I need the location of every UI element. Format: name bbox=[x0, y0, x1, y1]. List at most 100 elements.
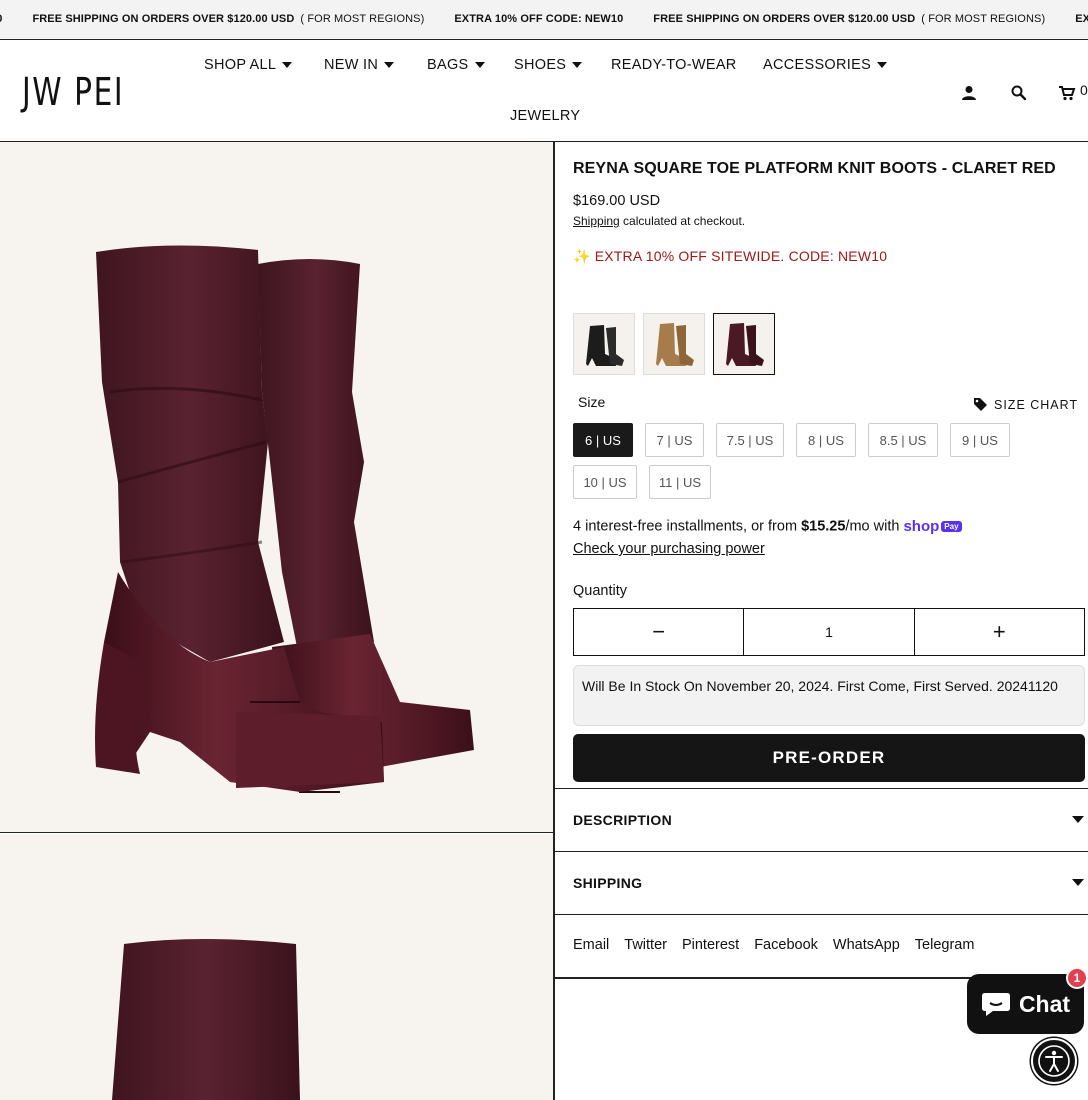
share-links: Email Twitter Pinterest Facebook WhatsAp… bbox=[573, 937, 974, 953]
announcement-text: FREE SHIPPING ON ORDERS OVER bbox=[653, 13, 849, 25]
site-header: JW PEI SHOP ALL NEW IN BAGS SHOES READY-… bbox=[0, 40, 1088, 142]
announcement-text: EXTRA 10% OFF bbox=[1075, 13, 1088, 25]
installments-pre: 4 interest-free installments, or from bbox=[573, 518, 802, 535]
size-option[interactable]: 8.5 | US bbox=[868, 423, 938, 457]
cart-count: 0 bbox=[1080, 82, 1088, 98]
shipping-link[interactable]: Shipping bbox=[573, 214, 620, 228]
accordion-label: DESCRIPTION bbox=[573, 812, 672, 828]
swatch-black[interactable] bbox=[573, 313, 635, 375]
announcement-text: EXTRA 10% OFF bbox=[454, 13, 546, 25]
swatch-tan[interactable] bbox=[643, 313, 705, 375]
quantity-increase-button[interactable]: + bbox=[915, 609, 1084, 655]
announcement-highlight: CODE: NEW10 bbox=[545, 13, 624, 25]
announcement-segment: 10 bbox=[0, 13, 2, 25]
quantity-input[interactable]: 1 bbox=[743, 609, 915, 655]
accessibility-button[interactable] bbox=[1031, 1038, 1077, 1084]
chat-bubble-icon bbox=[981, 993, 1010, 1016]
chevron-down-icon bbox=[877, 62, 888, 68]
caret-down-icon bbox=[1072, 816, 1084, 823]
nav-jewelry[interactable]: JEWELRY bbox=[510, 108, 580, 124]
size-option[interactable]: 8 | US bbox=[796, 423, 856, 457]
announcement-segment: EXTRA 10% OFF CODE: NEW10 bbox=[454, 13, 623, 25]
product-image-secondary[interactable] bbox=[0, 834, 553, 1100]
promo-banner: ✨ EXTRA 10% OFF SITEWIDE. CODE: NEW10 bbox=[573, 248, 887, 265]
nav-accessories[interactable]: ACCESSORIES bbox=[763, 57, 888, 73]
share-twitter[interactable]: Twitter bbox=[624, 937, 667, 953]
account-icon[interactable] bbox=[960, 84, 978, 102]
share-facebook[interactable]: Facebook bbox=[754, 937, 818, 953]
chat-label: Chat bbox=[1018, 990, 1071, 1017]
swatch-claret-image bbox=[726, 323, 764, 366]
share-pinterest[interactable]: Pinterest bbox=[682, 937, 739, 953]
size-option[interactable]: 10 | US bbox=[573, 465, 637, 499]
accordion-description[interactable]: DESCRIPTION bbox=[555, 788, 1088, 851]
nav-ready-to-wear[interactable]: READY-TO-WEAR bbox=[611, 57, 737, 73]
sparkle-icon: ✨ bbox=[573, 248, 591, 264]
swatch-tan-image bbox=[656, 323, 694, 366]
search-icon[interactable] bbox=[1010, 84, 1028, 102]
nav-label: READY-TO-WEAR bbox=[611, 57, 737, 73]
announcement-segment: FREE SHIPPING ON ORDERS OVER $120.00 USD… bbox=[653, 13, 1045, 25]
purchasing-power-link[interactable]: Check your purchasing power bbox=[573, 541, 765, 557]
boots-image-alt bbox=[112, 939, 300, 1100]
quantity-decrease-button[interactable]: − bbox=[574, 609, 743, 655]
announcement-highlight: $120.00 USD bbox=[848, 13, 916, 25]
announcement-note: ( FOR MOST REGIONS) bbox=[921, 13, 1046, 25]
shop-pay-shop: shop bbox=[903, 518, 940, 535]
announcement-note: ( FOR MOST REGIONS) bbox=[300, 13, 425, 25]
chevron-down-icon bbox=[384, 62, 395, 68]
chevron-down-icon bbox=[572, 62, 583, 68]
announcement-text: 10 bbox=[0, 13, 2, 25]
shop-pay-pay: Pay bbox=[941, 521, 962, 532]
nav-label: ACCESSORIES bbox=[763, 57, 872, 73]
product-title: REYNA SQUARE TOE PLATFORM KNIT BOOTS - C… bbox=[573, 160, 1056, 177]
installments-amount: $15.25 bbox=[801, 518, 846, 535]
brand-logo[interactable]: JW PEI bbox=[22, 70, 124, 114]
share-email[interactable]: Email bbox=[573, 937, 609, 953]
size-option[interactable]: 6 | US bbox=[573, 423, 633, 457]
installments-text: 4 interest-free installments, or from $1… bbox=[573, 518, 962, 535]
size-option[interactable]: 7 | US bbox=[645, 423, 704, 457]
size-chart-label: SIZE CHART bbox=[994, 397, 1079, 412]
announcement-segment: FREE SHIPPING ON ORDERS OVER $120.00 USD… bbox=[32, 13, 424, 25]
nav-label: SHOES bbox=[514, 57, 567, 73]
swatch-claret[interactable] bbox=[713, 313, 775, 375]
share-divider bbox=[555, 914, 1088, 915]
chat-notification-badge: 1 bbox=[1066, 967, 1088, 989]
product-price: $169.00 USD bbox=[573, 193, 661, 209]
share-whatsapp[interactable]: WhatsApp bbox=[833, 937, 900, 953]
accessibility-icon bbox=[1038, 1045, 1070, 1077]
quantity-stepper: − 1 + bbox=[573, 608, 1085, 656]
size-option[interactable]: 9 | US bbox=[950, 423, 1010, 457]
caret-down-icon bbox=[1072, 879, 1084, 886]
nav-label: JEWELRY bbox=[510, 108, 581, 124]
nav-label: BAGS bbox=[427, 57, 469, 73]
nav-label: NEW IN bbox=[324, 57, 379, 73]
pre-order-button[interactable]: PRE-ORDER bbox=[573, 734, 1085, 782]
nav-shop-all[interactable]: SHOP ALL bbox=[204, 57, 293, 73]
accordion-label: SHIPPING bbox=[573, 875, 643, 891]
accordion-shipping[interactable]: SHIPPING bbox=[555, 851, 1088, 914]
shipping-note-text: calculated at checkout. bbox=[619, 214, 746, 228]
promo-text: EXTRA 10% OFF SITEWIDE. CODE: NEW10 bbox=[594, 248, 888, 264]
nav-label: SHOP ALL bbox=[204, 57, 277, 73]
cart-icon[interactable] bbox=[1058, 84, 1076, 102]
announcement-highlight: $120.00 USD bbox=[227, 13, 295, 25]
shipping-note: Shipping calculated at checkout. bbox=[573, 214, 745, 228]
chevron-down-icon bbox=[282, 62, 293, 68]
size-option[interactable]: 7.5 | US bbox=[716, 423, 784, 457]
quantity-label: Quantity bbox=[573, 583, 627, 599]
shop-pay-logo[interactable]: shop Pay bbox=[903, 518, 962, 535]
installments-post: /mo with bbox=[845, 518, 904, 535]
size-chart-link[interactable]: SIZE CHART bbox=[973, 397, 1078, 412]
nav-new-in[interactable]: NEW IN bbox=[324, 57, 395, 73]
swatch-black-image bbox=[586, 325, 624, 366]
size-option[interactable]: 11 | US bbox=[649, 465, 711, 499]
announcement-text: FREE SHIPPING ON ORDERS OVER bbox=[32, 13, 228, 25]
nav-shoes[interactable]: SHOES bbox=[514, 57, 583, 73]
product-image-main[interactable] bbox=[0, 142, 553, 833]
chevron-down-icon bbox=[474, 62, 485, 68]
nav-bags[interactable]: BAGS bbox=[427, 57, 485, 73]
share-telegram[interactable]: Telegram bbox=[915, 937, 975, 953]
size-label: Size bbox=[578, 394, 606, 410]
